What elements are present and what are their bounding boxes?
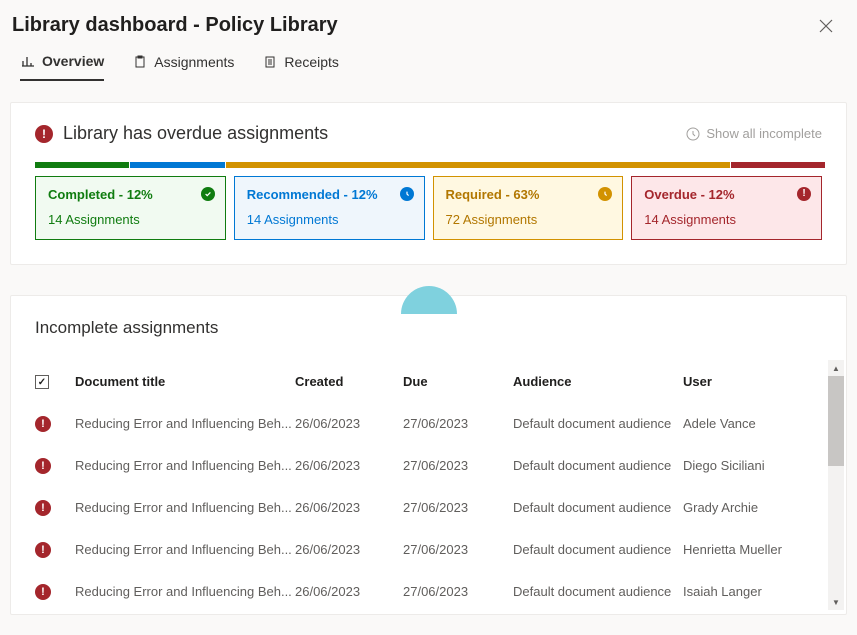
- assignments-table: ✓ Document title Created Due Audience Us…: [11, 360, 846, 610]
- page-header: Library dashboard - Policy Library: [0, 0, 857, 45]
- cell-user: Grady Archie: [683, 500, 834, 515]
- col-document-title[interactable]: Document title: [75, 374, 295, 389]
- table-row[interactable]: ! Reducing Error and Influencing Beh...26…: [35, 528, 834, 570]
- close-icon: [819, 19, 833, 33]
- show-all-label: Show all incomplete: [706, 126, 822, 141]
- cell-document-title: Reducing Error and Influencing Beh...: [75, 542, 295, 557]
- stat-completed-sub: 14 Assignments: [48, 212, 213, 227]
- tab-bar: Overview Assignments Receipts: [0, 45, 857, 82]
- status-heading-text: Library has overdue assignments: [63, 123, 328, 144]
- cell-document-title: Reducing Error and Influencing Beh...: [75, 584, 295, 599]
- overdue-row-icon: !: [35, 416, 51, 432]
- incomplete-assignments-card: Incomplete assignments ✓ Document title …: [10, 295, 847, 615]
- col-user[interactable]: User: [683, 374, 834, 389]
- overdue-row-icon: !: [35, 542, 51, 558]
- cell-audience: Default document audience: [513, 584, 683, 599]
- clock-fill-icon: [400, 187, 414, 201]
- stat-recommended-title: Recommended - 12%: [247, 187, 412, 202]
- cell-user: Isaiah Langer: [683, 584, 834, 599]
- table-row[interactable]: ! Reducing Error and Influencing Beh...26…: [35, 570, 834, 610]
- cell-due: 27/06/2023: [403, 500, 513, 515]
- rail-overdue: [731, 162, 825, 168]
- rail-required: [226, 162, 730, 168]
- cell-due: 27/06/2023: [403, 584, 513, 599]
- stat-completed[interactable]: Completed - 12% 14 Assignments: [35, 176, 226, 240]
- table-row[interactable]: ! Reducing Error and Influencing Beh...26…: [35, 402, 834, 444]
- stat-recommended[interactable]: Recommended - 12% 14 Assignments: [234, 176, 425, 240]
- cell-audience: Default document audience: [513, 500, 683, 515]
- chart-icon: [20, 53, 36, 69]
- alert-fill-icon: !: [797, 187, 811, 201]
- cell-created: 26/06/2023: [295, 416, 403, 431]
- stat-required-title: Required - 63%: [446, 187, 611, 202]
- floating-action-button[interactable]: [401, 286, 457, 314]
- cell-audience: Default document audience: [513, 458, 683, 473]
- list-title: Incomplete assignments: [11, 318, 846, 346]
- overdue-row-icon: !: [35, 500, 51, 516]
- cell-document-title: Reducing Error and Influencing Beh...: [75, 500, 295, 515]
- scroll-up-icon[interactable]: ▲: [828, 360, 844, 376]
- close-button[interactable]: [815, 15, 837, 37]
- progress-rail: [35, 162, 822, 168]
- cell-document-title: Reducing Error and Influencing Beh...: [75, 416, 295, 431]
- check-circle-icon: [201, 187, 215, 201]
- stat-required-sub: 72 Assignments: [446, 212, 611, 227]
- cell-due: 27/06/2023: [403, 416, 513, 431]
- tab-receipts[interactable]: Receipts: [262, 53, 338, 81]
- cell-user: Adele Vance: [683, 416, 834, 431]
- table-header: ✓ Document title Created Due Audience Us…: [35, 360, 834, 402]
- overdue-row-icon: !: [35, 584, 51, 600]
- stat-overdue-title: Overdue - 12%: [644, 187, 809, 202]
- cell-user: Henrietta Mueller: [683, 542, 834, 557]
- stat-completed-title: Completed - 12%: [48, 187, 213, 202]
- cell-document-title: Reducing Error and Influencing Beh...: [75, 458, 295, 473]
- col-audience[interactable]: Audience: [513, 374, 683, 389]
- cell-created: 26/06/2023: [295, 584, 403, 599]
- tab-assignments-label: Assignments: [154, 54, 234, 70]
- cell-created: 26/06/2023: [295, 458, 403, 473]
- stat-recommended-sub: 14 Assignments: [247, 212, 412, 227]
- overdue-row-icon: !: [35, 458, 51, 474]
- clipboard-icon: [132, 54, 148, 70]
- cell-user: Diego Siciliani: [683, 458, 834, 473]
- cell-created: 26/06/2023: [295, 500, 403, 515]
- alert-icon: !: [35, 125, 53, 143]
- scroll-thumb[interactable]: [828, 376, 844, 466]
- table-row[interactable]: ! Reducing Error and Influencing Beh...26…: [35, 486, 834, 528]
- scroll-down-icon[interactable]: ▼: [828, 594, 844, 610]
- page-title: Library dashboard - Policy Library: [12, 14, 338, 37]
- show-all-incomplete-link[interactable]: Show all incomplete: [686, 126, 822, 141]
- col-created[interactable]: Created: [295, 374, 403, 389]
- status-card: ! Library has overdue assignments Show a…: [10, 102, 847, 265]
- tab-receipts-label: Receipts: [284, 54, 338, 70]
- tab-assignments[interactable]: Assignments: [132, 53, 234, 81]
- col-due[interactable]: Due: [403, 374, 513, 389]
- status-heading: ! Library has overdue assignments: [35, 123, 328, 144]
- stat-overdue-sub: 14 Assignments: [644, 212, 809, 227]
- rail-completed: [35, 162, 129, 168]
- cell-created: 26/06/2023: [295, 542, 403, 557]
- stat-required[interactable]: Required - 63% 72 Assignments: [433, 176, 624, 240]
- rail-recommended: [130, 162, 224, 168]
- cell-due: 27/06/2023: [403, 542, 513, 557]
- cell-due: 27/06/2023: [403, 458, 513, 473]
- select-all-checkbox[interactable]: ✓: [35, 375, 49, 389]
- stat-row: Completed - 12% 14 Assignments Recommend…: [35, 176, 822, 240]
- stat-overdue[interactable]: Overdue - 12% 14 Assignments !: [631, 176, 822, 240]
- clock-icon: [686, 127, 700, 141]
- cell-audience: Default document audience: [513, 542, 683, 557]
- tab-overview-label: Overview: [42, 53, 104, 69]
- receipt-icon: [262, 54, 278, 70]
- table-row[interactable]: ! Reducing Error and Influencing Beh...26…: [35, 444, 834, 486]
- cell-audience: Default document audience: [513, 416, 683, 431]
- scrollbar[interactable]: ▲ ▼: [828, 360, 844, 610]
- tab-overview[interactable]: Overview: [20, 53, 104, 81]
